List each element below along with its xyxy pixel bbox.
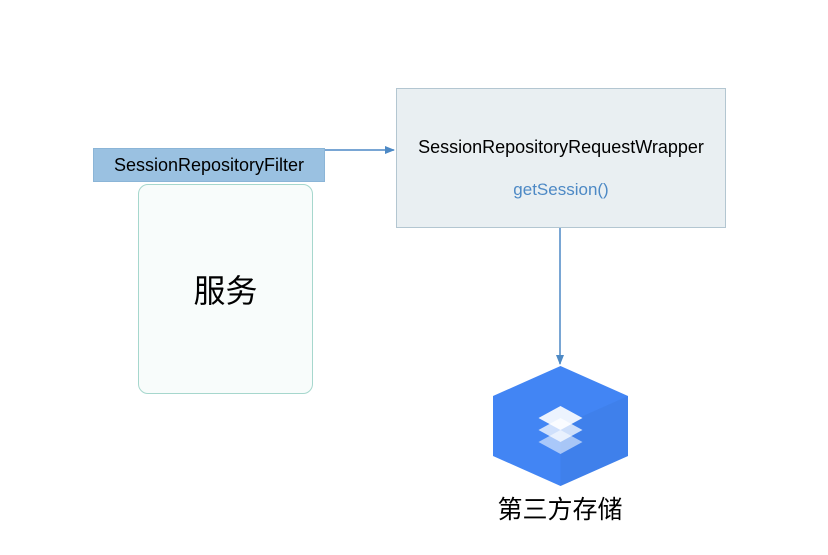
filter-label: SessionRepositoryFilter xyxy=(114,155,304,176)
diagram-canvas: SessionRepositoryFilter 服务 SessionReposi… xyxy=(0,0,828,555)
filter-node: SessionRepositoryFilter xyxy=(93,148,325,182)
storage-label: 第三方存储 xyxy=(470,490,650,526)
wrapper-method: getSession() xyxy=(513,180,608,200)
wrapper-title: SessionRepositoryRequestWrapper xyxy=(418,137,704,158)
arrows-layer xyxy=(0,0,828,555)
storage-hexagon-icon xyxy=(493,366,628,486)
service-label: 服务 xyxy=(193,266,257,312)
wrapper-node: SessionRepositoryRequestWrapper getSessi… xyxy=(396,88,726,228)
service-node: 服务 xyxy=(138,184,313,394)
storage-node xyxy=(493,366,628,486)
